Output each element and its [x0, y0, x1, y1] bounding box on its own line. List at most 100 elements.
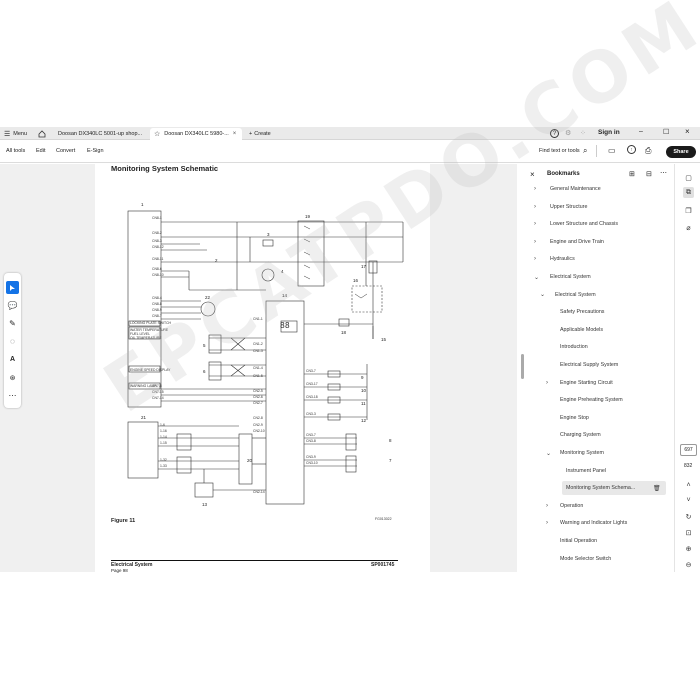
more-tools-icon[interactable]: ⋯	[6, 389, 19, 402]
bookmark-item[interactable]: Engine Stop	[526, 411, 674, 425]
bookmark-item[interactable]: › Engine Starting Circuit	[526, 376, 674, 390]
svg-text:17: 17	[361, 264, 367, 269]
hamburger-icon: ☰	[4, 131, 11, 138]
stamp-tool-icon[interactable]: ⊛	[6, 371, 19, 384]
svg-text:19: 19	[305, 214, 311, 219]
bookmark-label: Safety Precautions	[560, 309, 605, 316]
chevron-right-icon[interactable]: ›	[534, 221, 536, 227]
bookmark-item[interactable]: Monitoring System Schema... 🗑	[562, 481, 666, 496]
chevron-down-icon[interactable]: ⌄	[534, 274, 539, 281]
bookmark-item[interactable]: ⌄ Electrical System	[526, 270, 674, 284]
bookmark-label: Monitoring System	[560, 450, 604, 456]
pages-panel-icon[interactable]: ❐	[683, 205, 694, 216]
esign-menu[interactable]: E-Sign	[87, 148, 104, 154]
attachments-icon[interactable]: ⌀	[683, 222, 694, 233]
chevron-right-icon[interactable]: ›	[534, 256, 536, 262]
bookmark-item[interactable]: Safety Precautions	[526, 305, 674, 319]
comment-tool-icon[interactable]: 💬	[6, 299, 19, 312]
bookmark-item[interactable]: › Hydraulics	[526, 252, 674, 266]
bookmark-item[interactable]: › Lower Structure and Chassis	[526, 217, 674, 231]
bookmark-icon[interactable]: ⊟	[646, 170, 652, 178]
sign-in-link[interactable]: Sign in	[598, 129, 620, 136]
chevron-right-icon[interactable]: ›	[534, 204, 536, 210]
text-tool-icon[interactable]: A	[6, 353, 19, 366]
bookmark-item[interactable]: › General Maintenance	[526, 182, 674, 196]
chevron-right-icon[interactable]: ›	[534, 186, 536, 192]
svg-text:CN8-3: CN8-3	[152, 239, 162, 243]
close-window-icon[interactable]: ×	[685, 127, 690, 136]
close-panel-icon[interactable]: ×	[530, 170, 535, 179]
convert-menu[interactable]: Convert	[56, 148, 75, 154]
rotate-icon[interactable]: ↻	[683, 511, 694, 522]
svg-text:6: 6	[203, 369, 206, 374]
svg-text:10: 10	[361, 388, 367, 393]
fit-page-icon[interactable]: ⊡	[683, 527, 694, 538]
bookmark-item[interactable]: Initial Operation	[526, 534, 674, 548]
page-number-input[interactable]: 697	[680, 444, 697, 456]
chevron-right-icon[interactable]: ›	[546, 520, 548, 526]
all-tools-menu[interactable]: All tools	[6, 148, 25, 154]
help-icon[interactable]: ?	[550, 129, 559, 138]
search-icon[interactable]: ⌕	[583, 146, 587, 156]
upload-cloud-icon[interactable]: ↑	[627, 145, 636, 154]
svg-text:LOCKING PLATE SWITCH: LOCKING PLATE SWITCH	[130, 321, 172, 325]
bookmark-label: Warning and Indicator Lights	[560, 520, 628, 527]
svg-text:CN3-7: CN3-7	[306, 433, 316, 437]
bookmark-item[interactable]: › Upper Structure	[526, 200, 674, 214]
create-tab-button[interactable]: + Create	[246, 128, 276, 140]
chevron-up-icon[interactable]: ˄	[683, 480, 694, 491]
find-text-button[interactable]: Find text or tools	[539, 148, 580, 154]
svg-text:1-14: 1-14	[160, 435, 167, 439]
bookmark-panel-icon[interactable]: ⧉	[683, 187, 694, 198]
minimize-icon[interactable]: –	[639, 128, 643, 135]
pen-tool-icon[interactable]: ✎	[6, 317, 19, 330]
bookmark-item[interactable]: Introduction	[526, 340, 674, 354]
bookmark-item[interactable]: › Warning and Indicator Lights	[526, 516, 674, 530]
svg-text:CN1-1: CN1-1	[253, 317, 263, 321]
zoom-in-icon[interactable]: ⊕	[683, 543, 694, 554]
tab-doc-1[interactable]: Doosan DX340LC 5001-up shop...	[54, 128, 149, 140]
footer-rule	[111, 560, 398, 561]
settings-icon[interactable]: ⚙	[565, 129, 571, 137]
bookmark-item[interactable]: ⌄ Monitoring System	[526, 446, 674, 460]
comment-panel-icon[interactable]: ▢	[683, 172, 694, 183]
chevron-down-icon[interactable]: ⌄	[546, 450, 551, 457]
chevron-down-icon[interactable]: ˅	[683, 495, 694, 506]
chevron-right-icon[interactable]: ›	[534, 239, 536, 245]
draw-tool-icon[interactable]: ◌	[6, 335, 19, 348]
more-options-icon[interactable]: ⋯	[660, 169, 667, 177]
bookmark-item[interactable]: Applicable Models	[526, 323, 674, 337]
delete-bookmark-icon[interactable]: 🗑	[653, 485, 661, 492]
svg-text:CN7-15: CN7-15	[152, 390, 164, 394]
chevron-right-icon[interactable]: ›	[546, 503, 548, 509]
print-icon[interactable]: ⎙	[645, 146, 651, 156]
bookmark-item[interactable]: Mode Selector Switch	[526, 552, 674, 566]
menu-button[interactable]: ☰ Menu	[4, 128, 27, 140]
select-tool-icon[interactable]	[6, 281, 19, 294]
bookmark-item[interactable]: Electrical Supply System	[526, 358, 674, 372]
bookmark-item[interactable]: ⌄ Electrical System	[526, 288, 674, 302]
bookmark-add-icon[interactable]: ⊞	[629, 170, 635, 178]
bookmark-item[interactable]: Engine Preheating System	[526, 393, 674, 407]
maximize-icon[interactable]: ☐	[663, 128, 669, 136]
svg-text:CN8-10: CN8-10	[152, 273, 164, 277]
document-scrollbar[interactable]	[519, 164, 526, 572]
svg-text:1-6: 1-6	[160, 423, 165, 427]
svg-text:CN8-12: CN8-12	[152, 245, 164, 249]
svg-text:CN3-8: CN3-8	[306, 439, 316, 443]
tab-doc-2[interactable]: ☆ Doosan DX340LC 5980-... ×	[150, 128, 242, 140]
chevron-right-icon[interactable]: ›	[546, 380, 548, 386]
bookmark-item[interactable]: › Operation	[526, 499, 674, 513]
home-icon[interactable]	[38, 128, 46, 140]
save-icon[interactable]: ▭	[608, 146, 616, 155]
close-tab-icon[interactable]: ×	[233, 131, 237, 137]
bookmark-item[interactable]: Charging System	[526, 428, 674, 442]
apps-grid-icon[interactable]: ⁘	[580, 129, 586, 137]
zoom-out-icon[interactable]: ⊖	[683, 559, 694, 570]
bookmark-item[interactable]: Instrument Panel	[526, 464, 674, 478]
edit-menu[interactable]: Edit	[36, 148, 45, 154]
scroll-thumb[interactable]	[521, 354, 524, 379]
share-button[interactable]: Share	[666, 146, 696, 158]
bookmark-item[interactable]: › Engine and Drive Train	[526, 235, 674, 249]
chevron-down-icon[interactable]: ⌄	[540, 291, 545, 298]
